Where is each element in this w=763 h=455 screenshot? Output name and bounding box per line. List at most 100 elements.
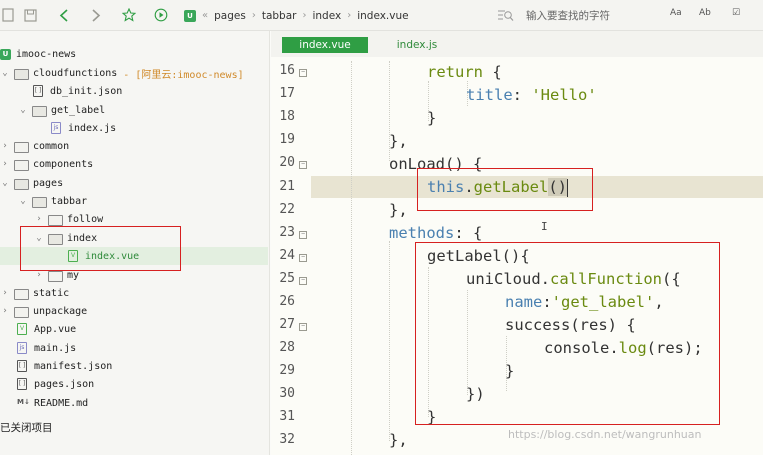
search-list-icon[interactable] <box>498 9 514 22</box>
tree-item-common[interactable]: › common <box>0 137 268 155</box>
search-input[interactable] <box>526 7 676 24</box>
chevron-down-icon[interactable]: ⌄ <box>0 178 10 188</box>
breadcrumb-item-pages[interactable]: pages <box>214 10 246 22</box>
line-number: 32 <box>279 432 295 447</box>
breadcrumb-item-file[interactable]: index.vue <box>357 10 408 22</box>
folder-icon <box>14 288 29 300</box>
tree-item-label: my <box>67 269 80 281</box>
breadcrumb-separator-icon: › <box>251 10 256 21</box>
breadcrumb-item-tabbar[interactable]: tabbar <box>262 10 297 22</box>
tree-item-label: main.js <box>34 342 77 354</box>
cloud-provider-hint: - [阿里云:imooc-news] <box>123 69 244 81</box>
chevron-right-icon[interactable]: › <box>0 306 10 316</box>
folder-icon <box>14 159 29 171</box>
tree-item-get-label-index-js[interactable]: js index.js <box>0 119 268 137</box>
vue-file-icon: V <box>17 323 27 335</box>
breadcrumb-separator-icon: › <box>347 10 352 21</box>
tree-item-label: get_label <box>51 104 106 116</box>
folder-icon <box>48 270 63 282</box>
tab-index-vue[interactable]: index.vue <box>282 37 368 53</box>
breadcrumb-item-index[interactable]: index <box>312 10 341 22</box>
back-icon[interactable] <box>56 7 72 23</box>
tree-item-label: static <box>33 287 70 299</box>
save-icon[interactable] <box>22 7 38 23</box>
line-number: 22 <box>279 202 295 217</box>
project-label: imooc-news <box>16 48 77 60</box>
tree-item-unpackage[interactable]: › unpackage <box>0 302 268 320</box>
folder-open-icon <box>14 68 29 80</box>
fold-toggle-icon[interactable]: − <box>299 69 307 77</box>
chevron-right-icon[interactable]: › <box>0 141 10 151</box>
tab-index-js[interactable]: index.js <box>381 37 453 53</box>
line-number: 27 <box>279 317 295 332</box>
line-number: 29 <box>279 363 295 378</box>
tree-item-db-init[interactable]: [ ] db_init.json <box>0 82 268 100</box>
line-number: 24 <box>279 248 295 263</box>
tree-item-label: pages <box>33 177 64 189</box>
highlight-box <box>20 226 181 271</box>
js-file-icon: js <box>51 122 61 134</box>
chevron-right-icon[interactable]: › <box>0 288 10 298</box>
tree-item-cloudfunctions[interactable]: ⌄ cloudfunctions - [阿里云:imooc-news] <box>0 64 268 82</box>
run-icon[interactable] <box>153 7 169 23</box>
tree-item-pages[interactable]: ⌄ pages <box>0 174 268 192</box>
chevron-down-icon[interactable]: ⌄ <box>18 196 28 206</box>
tree-item-label: manifest.json <box>34 360 113 372</box>
folder-icon <box>14 306 29 318</box>
favorite-icon[interactable] <box>121 7 137 23</box>
tree-item-label: tabbar <box>51 195 88 207</box>
tree-item-tabbar[interactable]: ⌄ tabbar <box>0 192 268 210</box>
fold-toggle-icon[interactable]: − <box>299 254 307 262</box>
line-number: 23 <box>279 225 295 240</box>
folder-open-icon <box>32 105 47 117</box>
file-icon[interactable] <box>0 7 16 23</box>
chevron-down-icon[interactable]: ⌄ <box>18 105 28 115</box>
chevron-down-icon[interactable]: ⌄ <box>0 68 10 78</box>
forward-icon[interactable] <box>88 7 104 23</box>
json-file-icon: [ ] <box>33 85 43 97</box>
line-number: 19 <box>279 132 295 147</box>
tree-item-label: cloudfunctions <box>33 67 118 79</box>
fold-toggle-icon[interactable]: − <box>299 323 307 331</box>
closed-projects-item[interactable]: 已关闭项目 <box>0 419 268 437</box>
watermark: https://blog.csdn.net/wangrunhuan <box>508 428 702 441</box>
tree-item-components[interactable]: › components <box>0 155 268 173</box>
chevron-right-icon[interactable]: › <box>34 270 44 280</box>
folder-icon <box>48 214 63 226</box>
tree-item-static[interactable]: › static <box>0 284 268 302</box>
tree-item-manifest-json[interactable]: [ ] manifest.json <box>0 357 268 375</box>
js-file-icon: js <box>17 342 27 354</box>
fold-toggle-icon[interactable]: − <box>299 231 307 239</box>
regex-toggle[interactable]: ☑ <box>732 8 740 18</box>
breadcrumb: U « pages › tabbar › index › index.vue <box>184 6 484 25</box>
project-badge-icon: U <box>184 9 196 22</box>
tree-item-label: follow <box>67 213 104 225</box>
tree-item-label: unpackage <box>33 305 88 317</box>
fold-toggle-icon[interactable]: − <box>299 161 307 169</box>
line-number: 26 <box>279 294 295 309</box>
whole-word-toggle[interactable]: Ab <box>699 8 711 18</box>
highlight-box <box>415 242 720 425</box>
project-icon: U <box>0 48 11 60</box>
chevron-right-icon[interactable]: › <box>34 214 44 224</box>
case-sensitive-toggle[interactable]: Aa <box>670 8 682 18</box>
tree-item-app-vue[interactable]: V App.vue <box>0 320 268 338</box>
line-number: 28 <box>279 340 295 355</box>
tree-item-main-js[interactable]: js main.js <box>0 339 268 357</box>
json-file-icon: [ ] <box>17 360 27 372</box>
breadcrumb-chevron-icon: « <box>202 10 209 21</box>
line-number: 31 <box>279 409 295 424</box>
line-number: 18 <box>279 109 295 124</box>
tree-item-pages-json[interactable]: [ ] pages.json <box>0 375 268 393</box>
breadcrumb-separator-icon: › <box>302 10 307 21</box>
tree-item-label: pages.json <box>34 378 95 390</box>
project-explorer: U imooc-news ⌄ cloudfunctions - [阿里云:imo… <box>0 31 270 455</box>
search-bar: Aa Ab ☑ <box>492 5 763 26</box>
tree-item-get-label[interactable]: ⌄ get_label <box>0 101 268 119</box>
chevron-right-icon[interactable]: › <box>0 159 10 169</box>
code-editor[interactable]: index.vue index.js 16 17 18 19 20 21 22 … <box>271 31 763 455</box>
project-root[interactable]: U imooc-news <box>0 45 268 63</box>
tree-item-readme[interactable]: M↓ README.md <box>0 394 268 412</box>
fold-toggle-icon[interactable]: − <box>299 277 307 285</box>
code-line-19: }, <box>389 132 408 150</box>
